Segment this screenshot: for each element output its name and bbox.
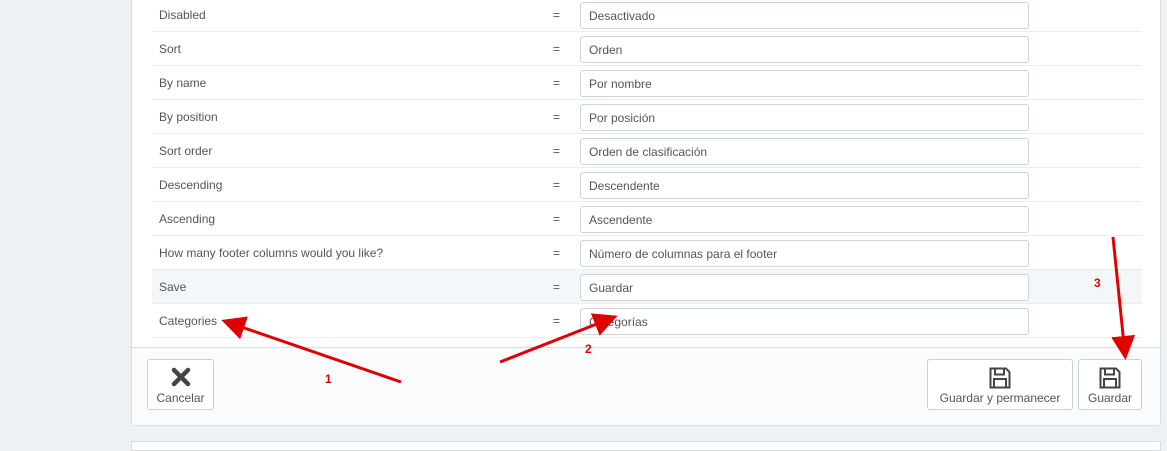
table-row: Ascending =: [152, 202, 1142, 236]
save-and-stay-label: Guardar y permanecer: [939, 391, 1061, 405]
floppy-disk-icon: [988, 366, 1012, 393]
table-row: By position =: [152, 100, 1142, 134]
table-row: Descending =: [152, 168, 1142, 202]
source-string: Sort: [159, 42, 182, 56]
table-row: Sort order =: [152, 134, 1142, 168]
source-string: Sort order: [159, 144, 213, 158]
equals-sign: =: [553, 246, 561, 260]
translation-input[interactable]: [580, 2, 1029, 29]
translation-input[interactable]: [580, 172, 1029, 199]
save-button[interactable]: Guardar: [1078, 359, 1142, 410]
equals-sign: =: [553, 212, 561, 226]
translation-input[interactable]: [580, 104, 1029, 131]
panel-footer: Cancelar Guardar y permanecer Guardar: [132, 347, 1160, 425]
translation-input[interactable]: [580, 36, 1029, 63]
equals-sign: =: [553, 144, 561, 158]
cancel-label: Cancelar: [156, 391, 205, 405]
source-string: Categories: [159, 314, 218, 328]
source-string: By position: [159, 110, 218, 124]
source-string: By name: [159, 76, 207, 90]
equals-sign: =: [553, 110, 561, 124]
table-row: How many footer columns would you like? …: [152, 236, 1142, 270]
source-string: Descending: [159, 178, 223, 192]
translation-input[interactable]: [580, 70, 1029, 97]
table-row-hovered: Save =: [152, 270, 1142, 304]
translation-input[interactable]: [580, 206, 1029, 233]
source-string: How many footer columns would you like?: [159, 246, 384, 260]
save-label: Guardar: [1087, 391, 1133, 405]
next-panel-edge: [131, 441, 1161, 451]
table-row: By name =: [152, 66, 1142, 100]
translation-input[interactable]: [580, 240, 1029, 267]
source-string: Ascending: [159, 212, 216, 226]
translation-input[interactable]: [580, 274, 1029, 301]
translation-table: Disabled = Sort = By name = By position …: [152, 0, 1142, 338]
source-string: Save: [159, 280, 187, 294]
translation-input[interactable]: [580, 308, 1029, 335]
source-string: Disabled: [159, 8, 206, 22]
equals-sign: =: [553, 178, 561, 192]
annotation-label-2: 2: [585, 342, 592, 356]
equals-sign: =: [553, 314, 561, 328]
save-and-stay-button[interactable]: Guardar y permanecer: [927, 359, 1073, 410]
table-row: Sort =: [152, 32, 1142, 66]
equals-sign: =: [553, 8, 561, 22]
translation-panel: Disabled = Sort = By name = By position …: [131, 0, 1161, 426]
equals-sign: =: [553, 42, 561, 56]
cancel-button[interactable]: Cancelar: [147, 359, 214, 410]
table-row: Categories =: [152, 304, 1142, 338]
annotation-label-1: 1: [325, 372, 332, 386]
close-icon: [170, 366, 192, 391]
annotation-label-3: 3: [1094, 276, 1101, 290]
floppy-disk-icon: [1098, 366, 1122, 393]
equals-sign: =: [553, 280, 561, 294]
translation-input[interactable]: [580, 138, 1029, 165]
equals-sign: =: [553, 76, 561, 90]
table-row: Disabled =: [152, 0, 1142, 32]
